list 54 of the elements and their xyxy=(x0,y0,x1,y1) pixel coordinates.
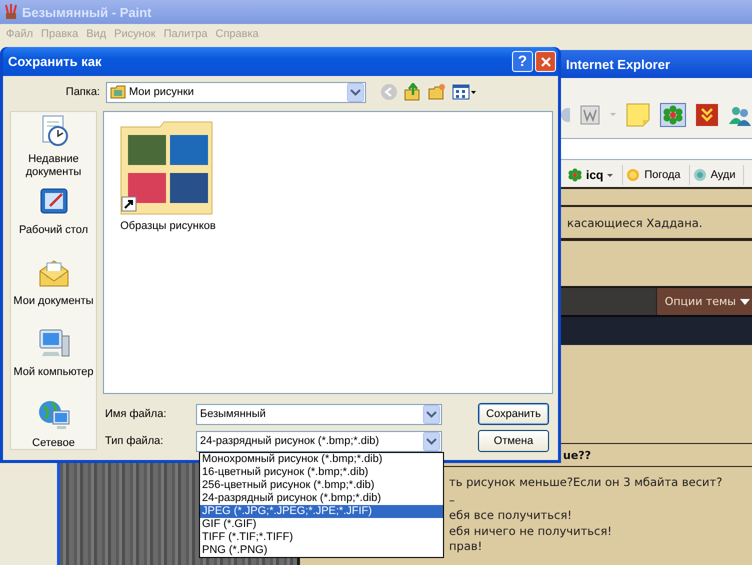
post-text: ебя ничего не получиться! xyxy=(449,524,613,539)
field-label: Имя файла: xyxy=(104,408,168,420)
window-title: Internet Explorer xyxy=(566,56,670,72)
sun-icon xyxy=(626,168,640,182)
places-bar-item[interactable]: Мои документы xyxy=(11,257,96,328)
folder-dropdown[interactable]: Мои рисунки xyxy=(106,82,366,102)
dropdown-option[interactable]: JPEG (*.JPG;*.JPEG;*.JPE;*.JFIF) xyxy=(200,505,443,518)
post-text: ебя все получиться! xyxy=(449,508,573,524)
download-icon[interactable] xyxy=(696,104,718,126)
places-bar-item[interactable]: Рабочий стол xyxy=(11,186,96,257)
caret-icon xyxy=(610,113,616,116)
close-icon xyxy=(540,56,550,66)
address-field[interactable] xyxy=(560,138,752,160)
help-button[interactable]: ? xyxy=(512,51,533,72)
new-folder-icon[interactable] xyxy=(428,83,446,101)
dropdown-option[interactable]: 24-разрядный рисунок (*.bmp;*.dib) xyxy=(200,492,443,505)
disc-icon xyxy=(692,168,707,182)
dropdown-option[interactable]: TIFF (*.TIF;*.TIFF) xyxy=(200,531,443,544)
file-type-dropdown[interactable]: 24-разрядный рисунок (*.bmp;*.dib) xyxy=(196,430,442,452)
places-bar-item[interactable]: Недавние документы xyxy=(11,115,96,186)
document-icon[interactable] xyxy=(580,104,600,124)
places-bar-item[interactable]: Сетевое xyxy=(11,399,96,449)
dropdown-option[interactable]: Монохромный рисунок (*.bmp;*.dib) xyxy=(200,453,443,466)
links-bar-item[interactable]: Погода xyxy=(623,165,690,185)
post-text: ть рисунок меньше?Если он 3 мбайта весит? xyxy=(449,475,724,490)
post-title: ue?? xyxy=(563,448,592,462)
network-computer-icon xyxy=(38,399,70,431)
links-bar-item[interactable]: Ауди xyxy=(690,165,744,185)
field-label: Тип файла: xyxy=(104,435,164,447)
intro-text: касающиеся Хаддана. xyxy=(567,216,702,230)
dropdown-option[interactable]: GIF (*.GIF) xyxy=(200,518,443,531)
view-menu-icon[interactable] xyxy=(452,83,476,101)
paint-brushes-icon xyxy=(4,4,18,20)
up-folder-icon[interactable] xyxy=(404,83,422,101)
cancel-button[interactable]: Отмена xyxy=(478,430,549,452)
dropdown-option[interactable]: PNG (*.PNG) xyxy=(200,544,443,557)
field-label: Папка: xyxy=(64,86,101,98)
post-text: – xyxy=(449,492,456,508)
caret-icon xyxy=(740,298,750,306)
dropdown-option[interactable]: 16-цветный рисунок (*.bmp;*.dib) xyxy=(200,466,443,479)
flower-icon xyxy=(568,168,582,182)
dialog-title: Сохранить как xyxy=(8,54,102,69)
links-bar-item[interactable]: icq xyxy=(565,165,624,185)
close-button[interactable] xyxy=(535,51,556,72)
folder-icon xyxy=(110,85,126,99)
window-title: Безымянный - Paint xyxy=(22,4,152,20)
dropdown-option[interactable]: 256-цветный рисунок (*.bmp;*.dib) xyxy=(200,479,443,492)
folder-item[interactable]: Образцы рисунков xyxy=(120,119,216,232)
flower-icon[interactable] xyxy=(660,102,686,126)
thread-options-button[interactable]: Опции темы xyxy=(656,288,752,315)
file-name-field[interactable]: Безымянный xyxy=(196,404,442,424)
places-bar-item[interactable]: Мой компьютер xyxy=(11,328,96,399)
save-button[interactable]: Сохранить xyxy=(478,403,549,425)
post-text: прав! xyxy=(449,539,484,554)
